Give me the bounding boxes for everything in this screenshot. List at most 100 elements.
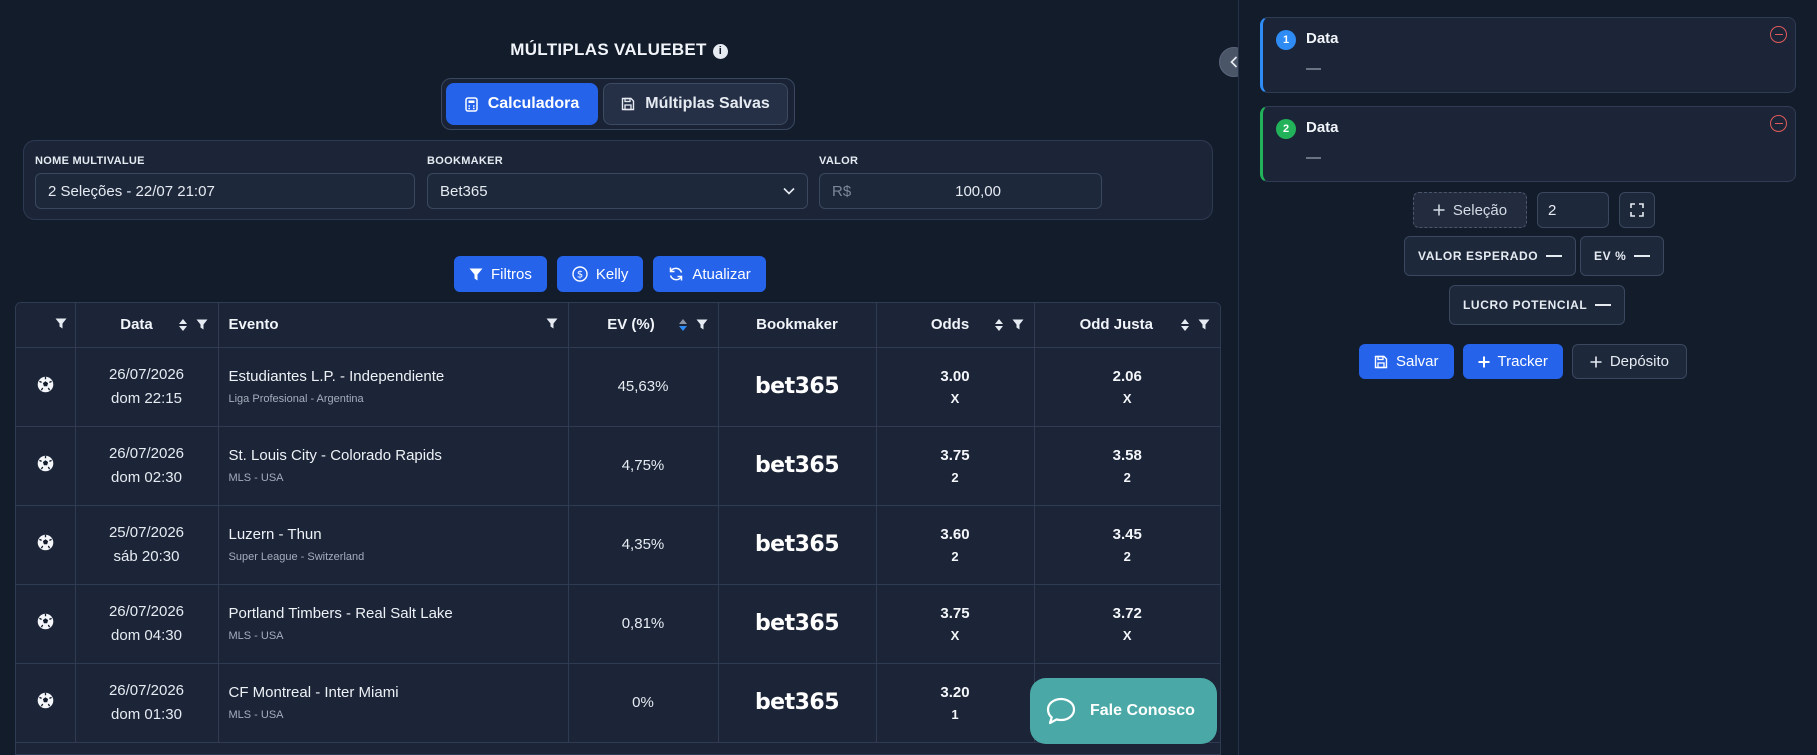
odds-cell[interactable]: 3.60 2 — [876, 505, 1035, 585]
ev-percent-label: EV % — [1594, 249, 1627, 263]
selection-count-value: 2 — [1548, 201, 1557, 219]
add-selection-button[interactable]: Seleção — [1413, 192, 1527, 228]
filter-icon[interactable] — [196, 319, 208, 331]
odds-header-label: Odds — [930, 316, 970, 334]
tab-bar: Calculadora Múltiplas Salvas — [441, 78, 795, 130]
time-value: dom 01:30 — [111, 705, 182, 723]
save-icon — [621, 97, 635, 111]
sport-cell — [16, 663, 76, 743]
tab-multiplas-salvas-label: Múltiplas Salvas — [645, 95, 770, 112]
calculator-icon — [464, 96, 478, 112]
fair-odd-value: 3.72 — [1112, 604, 1142, 622]
bookmaker-header-label: Bookmaker — [756, 316, 838, 334]
bet365-logo: bet365 — [754, 453, 840, 478]
bookmaker-cell: bet365 — [718, 347, 877, 427]
save-icon — [1374, 355, 1388, 369]
sort-icon[interactable] — [1180, 318, 1190, 332]
fair-odd-cell: 2.06 X — [1034, 347, 1220, 427]
bet365-logo: bet365 — [754, 374, 840, 399]
plus-icon — [1590, 356, 1602, 368]
ev-cell: 4,75% — [568, 426, 719, 506]
info-icon[interactable]: i — [712, 44, 728, 59]
expected-value-label: VALOR ESPERADO — [1418, 249, 1539, 263]
date-cell: 26/07/2026 dom 04:30 — [75, 584, 219, 664]
event-league: MLS - USA — [228, 472, 284, 484]
fair-odd-header-label: Odd Justa — [1079, 316, 1153, 334]
bookmaker-label: BOOKMAKER — [427, 155, 504, 167]
page-header: MÚLTIPLAS VALUEBET i — [0, 40, 1238, 60]
sort-desc-icon[interactable] — [678, 318, 688, 332]
tab-multiplas-salvas[interactable]: Múltiplas Salvas — [603, 83, 788, 125]
atualizar-button[interactable]: Atualizar — [653, 256, 766, 292]
selection-actions: Salvar Tracker Depósito — [1359, 344, 1688, 379]
date-header-label: Data — [120, 316, 153, 334]
chat-label: Fale Conosco — [1090, 702, 1195, 719]
sort-icon[interactable] — [178, 318, 188, 332]
event-cell: Portland Timbers - Real Salt Lake MLS - … — [218, 584, 569, 664]
fair-odd-cell: 3.72 X — [1034, 584, 1220, 664]
deposito-button[interactable]: Depósito — [1571, 344, 1688, 379]
selection-card-1[interactable]: 1 Data — — [1260, 17, 1796, 93]
odds-cell[interactable]: 3.00 X — [876, 347, 1035, 427]
calculator-panel: MÚLTIPLAS VALUEBET i Calculadora Múltipla… — [0, 0, 1249, 755]
table-row[interactable]: 25/07/2026 sáb 20:30 Luzern - Thun Super… — [16, 505, 1220, 585]
date-value: 26/07/2026 — [108, 444, 185, 462]
filter-icon[interactable] — [1198, 319, 1210, 331]
filter-icon[interactable] — [546, 318, 558, 330]
bookmaker-cell: bet365 — [718, 584, 877, 664]
odds-value: 3.60 — [940, 525, 970, 543]
selection-count-input[interactable]: 2 — [1537, 192, 1609, 228]
tracker-button[interactable]: Tracker — [1462, 344, 1563, 379]
odds-cell[interactable]: 3.75 2 — [876, 426, 1035, 506]
kelly-button[interactable]: $ Kelly — [556, 256, 644, 292]
odds-market: 2 — [951, 469, 959, 485]
name-value: 2 Seleções - 22/07 21:07 — [48, 182, 215, 200]
sort-icon[interactable] — [994, 318, 1004, 332]
selection-title: Data — [1306, 119, 1339, 136]
ev-cell: 0% — [568, 663, 719, 743]
fullscreen-button[interactable] — [1619, 192, 1655, 228]
date-column-header[interactable]: Data — [75, 303, 219, 348]
remove-selection-icon[interactable] — [1770, 26, 1787, 43]
sport-cell — [16, 505, 76, 585]
odds-value: 3.75 — [940, 604, 970, 622]
tab-calculadora[interactable]: Calculadora — [446, 83, 598, 125]
sport-column-header — [16, 303, 76, 348]
ev-percent-stat: EV % — [1580, 236, 1665, 276]
ev-column-header[interactable]: EV (%) — [568, 303, 719, 348]
event-cell: St. Louis City - Colorado Rapids MLS - U… — [218, 426, 569, 506]
name-label: NOME MULTIVALUE — [35, 155, 145, 167]
ev-cell: 45,63% — [568, 347, 719, 427]
event-column-header[interactable]: Evento — [218, 303, 569, 348]
table-row[interactable]: 26/07/2026 dom 04:30 Portland Timbers - … — [16, 584, 1220, 664]
sport-cell — [16, 347, 76, 427]
bookmaker-cell: bet365 — [718, 426, 877, 506]
event-cell: CF Montreal - Inter Miami MLS - USA — [218, 663, 569, 743]
table-row[interactable]: 26/07/2026 dom 22:15 Estudiantes L.P. - … — [16, 347, 1220, 427]
selection-card-2[interactable]: 2 Data — — [1260, 106, 1796, 182]
event-league: MLS - USA — [228, 630, 284, 642]
table-row[interactable]: 26/07/2026 dom 02:30 St. Louis City - Co… — [16, 426, 1220, 506]
bet365-logo: bet365 — [754, 690, 840, 715]
bookmaker-value: Bet365 — [440, 182, 488, 200]
remove-selection-icon[interactable] — [1770, 115, 1787, 132]
valor-input[interactable]: R$ 100,00 — [819, 173, 1102, 209]
filter-icon[interactable] — [696, 319, 708, 331]
fair-odd-column-header[interactable]: Odd Justa — [1034, 303, 1220, 348]
odds-cell[interactable]: 3.75 X — [876, 584, 1035, 664]
bookmaker-select[interactable]: Bet365 — [427, 173, 808, 209]
filter-icon[interactable] — [1012, 319, 1024, 331]
salvar-button[interactable]: Salvar — [1359, 344, 1454, 379]
odds-column-header[interactable]: Odds — [876, 303, 1035, 348]
event-name: Estudiantes L.P. - Independiente — [228, 368, 445, 385]
odds-cell[interactable]: 3.20 1 — [876, 663, 1035, 743]
filter-icon[interactable] — [55, 318, 67, 330]
ev-cell: 4,35% — [568, 505, 719, 585]
filter-icon — [469, 268, 483, 281]
soccer-ball-icon — [37, 455, 54, 472]
selection-value: — — [1306, 149, 1321, 166]
filtros-button[interactable]: Filtros — [454, 256, 547, 292]
chat-button[interactable]: Fale Conosco — [1030, 678, 1217, 744]
selection-title: Data — [1306, 30, 1339, 47]
name-input[interactable]: 2 Seleções - 22/07 21:07 — [35, 173, 415, 209]
